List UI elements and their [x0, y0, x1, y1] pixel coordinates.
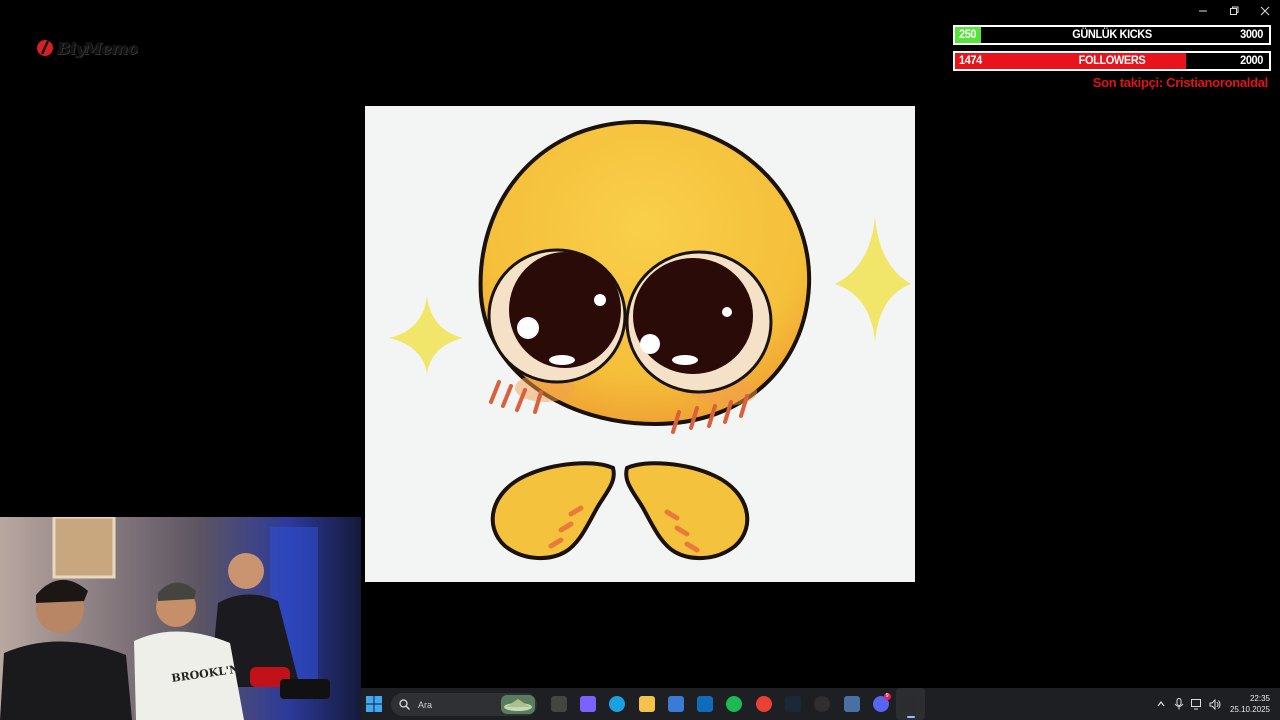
taskbar-app-app-grid[interactable]	[837, 688, 866, 720]
file-explorer-icon	[638, 696, 655, 712]
edge-icon	[609, 696, 626, 712]
clock-date: 25.10.2025	[1229, 705, 1270, 714]
tray-volume[interactable]	[1206, 688, 1224, 720]
restore-icon	[1229, 6, 1238, 15]
taskbar-app-chrome[interactable]	[749, 688, 778, 720]
tray-chevron[interactable]	[1152, 688, 1170, 720]
network-icon	[1190, 698, 1201, 709]
start-button[interactable]	[366, 696, 382, 712]
taskbar-app-copilot[interactable]	[573, 688, 602, 720]
chevron-up-icon	[1157, 701, 1165, 707]
restore-button[interactable]	[1218, 0, 1249, 22]
taskbar-apps: 9	[544, 688, 925, 720]
taskbar-app-edge[interactable]	[603, 688, 632, 720]
microphone-icon	[1174, 698, 1184, 710]
search-highlight-image	[501, 695, 535, 714]
media-player-icon	[902, 696, 919, 712]
followers-goal: 2000	[1240, 54, 1263, 68]
outlook-icon	[697, 696, 714, 712]
last-follower-text: Son takipçi: Cristianoronaldal	[1092, 75, 1269, 90]
followers-goal-bar: 1474 FOLLOWERS 2000	[953, 51, 1271, 71]
taskbar-app-media-player[interactable]	[895, 688, 925, 720]
steam-icon	[785, 696, 802, 712]
windows-taskbar: Ara 9 22:35 25.10.2025	[361, 688, 1280, 720]
volume-icon	[1209, 698, 1221, 710]
minimize-icon	[1198, 10, 1207, 12]
taskbar-search[interactable]: Ara	[391, 693, 537, 716]
task-view-icon	[550, 696, 567, 712]
search-icon	[399, 699, 410, 710]
tray-microphone[interactable]	[1170, 688, 1188, 720]
logo-text: BiyMemo	[57, 38, 138, 58]
kicks-label: GÜNLÜK KICKS	[1072, 28, 1152, 42]
taskbar-app-file-explorer[interactable]	[632, 688, 661, 720]
search-placeholder: Ara	[418, 699, 433, 710]
taskbar-clock[interactable]: 22:35 25.10.2025	[1230, 693, 1270, 715]
taskbar-app-obs[interactable]	[808, 688, 837, 720]
sparkle-right-icon	[835, 216, 911, 342]
obs-icon	[814, 696, 831, 712]
taskbar-app-outlook[interactable]	[690, 688, 719, 720]
windows-logo-icon	[366, 696, 382, 712]
minimize-button[interactable]	[1187, 0, 1218, 22]
kicks-goal: 3000	[1240, 28, 1263, 42]
taskbar-app-discord[interactable]: 9	[866, 688, 895, 720]
close-button[interactable]	[1249, 0, 1280, 22]
followers-label: FOLLOWERS	[1078, 54, 1146, 68]
webcam-feed: BROOKL'N	[0, 517, 361, 720]
main-emoji-image	[365, 106, 915, 582]
discord-badge: 9	[883, 693, 891, 700]
system-tray: 22:35 25.10.2025	[1152, 688, 1270, 720]
daily-kicks-goal-bar: 250 GÜNLÜK KICKS 3000	[953, 25, 1271, 45]
copilot-icon	[579, 696, 596, 712]
close-icon	[1260, 6, 1269, 16]
taskbar-app-steam[interactable]	[778, 688, 807, 720]
clock-time: 22:35	[1249, 694, 1270, 703]
taskbar-app-task-view[interactable]	[544, 688, 573, 720]
spotify-icon	[726, 696, 743, 712]
chrome-icon	[755, 696, 772, 712]
channel-logo: BiyMemo	[36, 36, 148, 60]
sparkle-left-icon	[389, 296, 463, 374]
taskbar-app-microsoft-store[interactable]	[661, 688, 690, 720]
logo-mark-icon	[37, 40, 53, 56]
tray-network[interactable]	[1188, 688, 1206, 720]
window-controls	[1187, 0, 1280, 22]
app-grid-icon	[843, 696, 860, 712]
taskbar-app-spotify[interactable]	[720, 688, 749, 720]
microsoft-store-icon	[667, 696, 684, 712]
